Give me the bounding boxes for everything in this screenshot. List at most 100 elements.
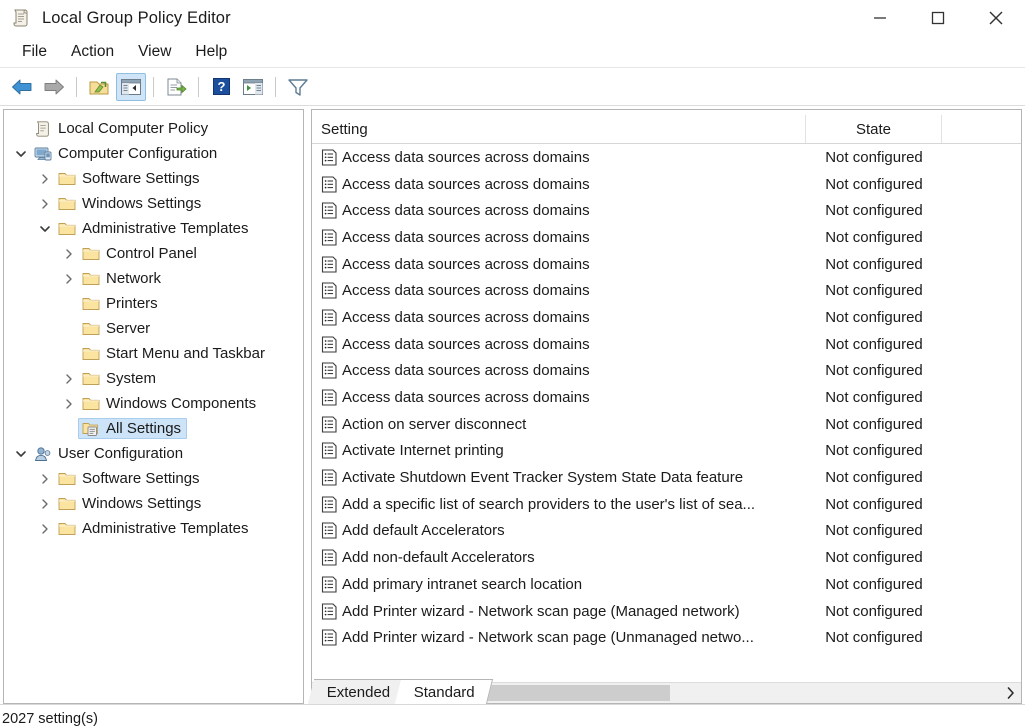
tree-item-windows-components[interactable]: Windows Components (4, 391, 303, 416)
chevron-right-icon[interactable] (60, 373, 78, 385)
tree-item-content[interactable]: Network (78, 268, 167, 289)
tree-item-content[interactable]: All Settings (78, 418, 188, 439)
table-row[interactable]: Action on server disconnect Not configure… (312, 411, 1021, 438)
tree-item-content[interactable]: System (78, 368, 162, 389)
policy-setting-icon (321, 469, 338, 486)
tree-item-system[interactable]: System (4, 366, 303, 391)
table-row[interactable]: Access data sources across domains Not co… (312, 171, 1021, 198)
tree-item-content[interactable]: Server (78, 318, 156, 339)
table-row[interactable]: Add primary intranet search location Not … (312, 571, 1021, 598)
chevron-right-icon[interactable] (60, 248, 78, 260)
chevron-down-icon[interactable] (36, 224, 54, 234)
tree-item-printers[interactable]: Printers (4, 291, 303, 316)
tree-item-windows-settings[interactable]: Windows Settings (4, 191, 303, 216)
tree-item-content[interactable]: Software Settings (54, 168, 206, 189)
tree-item-content[interactable]: Local Computer Policy (30, 118, 214, 140)
back-button[interactable] (7, 73, 37, 101)
tree-item-windows-settings[interactable]: Windows Settings (4, 491, 303, 516)
setting-state-cell: Not configured (825, 175, 923, 193)
tree-item-content[interactable]: Control Panel (78, 243, 203, 264)
console-tree-pane[interactable]: Local Computer Policy Computer Configurat… (3, 109, 304, 704)
setting-name-cell: Access data sources across domains (342, 228, 590, 246)
filter-button[interactable] (283, 73, 313, 101)
tree-item-content[interactable]: User Configuration (30, 443, 189, 464)
table-row[interactable]: Access data sources across domains Not co… (312, 224, 1021, 251)
help-button[interactable]: ? (206, 73, 236, 101)
menu-item-file[interactable]: File (10, 41, 59, 63)
tree-item-content[interactable]: Windows Components (78, 393, 262, 414)
table-row[interactable]: Activate Internet printing Not configured (312, 438, 1021, 465)
tree-item-administrative-templates[interactable]: Administrative Templates (4, 516, 303, 541)
table-row[interactable]: Access data sources across domains Not co… (312, 144, 1021, 171)
menu-item-help[interactable]: Help (183, 41, 239, 63)
tree-item-content[interactable]: Windows Settings (54, 493, 207, 514)
table-row[interactable]: Add non-default Accelerators Not configur… (312, 544, 1021, 571)
tree-item-local-computer-policy[interactable]: Local Computer Policy (4, 116, 303, 141)
chevron-right-icon[interactable] (60, 273, 78, 285)
tree-item-software-settings[interactable]: Software Settings (4, 466, 303, 491)
show-hide-console-tree-button[interactable] (116, 72, 146, 101)
table-row[interactable]: Access data sources across domains Not co… (312, 277, 1021, 304)
table-row[interactable]: Access data sources across domains Not co… (312, 331, 1021, 358)
table-row[interactable]: Add Printer wizard - Network scan page (… (312, 598, 1021, 625)
table-row[interactable]: Access data sources across domains Not co… (312, 358, 1021, 385)
chevron-right-icon[interactable] (36, 498, 54, 510)
tree-item-content[interactable]: Software Settings (54, 468, 206, 489)
tab-extended[interactable]: Extended (307, 679, 409, 704)
tree-item-content[interactable]: Start Menu and Taskbar (78, 343, 271, 364)
tree-item-server[interactable]: Server (4, 316, 303, 341)
chevron-right-icon[interactable] (36, 173, 54, 185)
setting-state-cell: Not configured (825, 469, 923, 487)
folder-icon (81, 246, 100, 261)
forward-button[interactable] (39, 73, 69, 101)
tree-item-content[interactable]: Administrative Templates (54, 218, 254, 239)
up-one-level-button[interactable] (84, 73, 114, 101)
pane-splitter[interactable] (304, 109, 311, 704)
setting-state-cell: Not configured (825, 629, 923, 647)
minimize-button[interactable] (851, 0, 909, 36)
maximize-button[interactable] (909, 0, 967, 36)
tree-item-administrative-templates[interactable]: Administrative Templates (4, 216, 303, 241)
tree-item-content[interactable]: Computer Configuration (30, 143, 223, 164)
tree-item-user-configuration[interactable]: User Configuration (4, 441, 303, 466)
export-list-button[interactable] (161, 73, 191, 101)
table-row[interactable]: Add default Accelerators Not configured (312, 518, 1021, 545)
chevron-down-icon[interactable] (12, 149, 30, 159)
tree-item-network[interactable]: Network (4, 266, 303, 291)
table-row[interactable]: Access data sources across domains Not co… (312, 384, 1021, 411)
tree-item-label: Windows Components (106, 395, 257, 412)
tree-item-start-menu-and-taskbar[interactable]: Start Menu and Taskbar (4, 341, 303, 366)
column-header-setting[interactable]: Setting (312, 115, 806, 143)
tree-item-content[interactable]: Printers (78, 293, 164, 314)
tree-item-control-panel[interactable]: Control Panel (4, 241, 303, 266)
chevron-right-icon[interactable] (60, 398, 78, 410)
chevron-down-icon[interactable] (12, 449, 30, 459)
tree-item-label: Software Settings (82, 170, 200, 187)
table-row[interactable]: Access data sources across domains Not co… (312, 251, 1021, 278)
folder-icon (57, 496, 76, 511)
chevron-right-icon[interactable] (36, 523, 54, 535)
toolbar-separator (76, 76, 77, 97)
chevron-right-icon[interactable] (36, 198, 54, 210)
table-row[interactable]: Add a specific list of search providers … (312, 491, 1021, 518)
tab-standard[interactable]: Standard (395, 679, 494, 704)
table-row[interactable]: Add Printer wizard - Network scan page (… (312, 624, 1021, 651)
tree-item-software-settings[interactable]: Software Settings (4, 166, 303, 191)
column-header-state[interactable]: State (806, 115, 942, 143)
scroll-right-arrow-icon[interactable] (1000, 682, 1021, 703)
chevron-right-icon[interactable] (36, 473, 54, 485)
setting-name-cell: Add a specific list of search providers … (342, 495, 756, 513)
close-button[interactable] (967, 0, 1025, 36)
table-row[interactable]: Access data sources across domains Not co… (312, 304, 1021, 331)
menu-item-action[interactable]: Action (59, 41, 126, 63)
settings-list-pane[interactable]: ^ Setting State Access data sources acro… (311, 109, 1022, 704)
tree-item-content[interactable]: Windows Settings (54, 193, 207, 214)
table-row[interactable]: Activate Shutdown Event Tracker System S… (312, 464, 1021, 491)
menu-item-view[interactable]: View (126, 41, 183, 63)
column-header-filler (942, 115, 1021, 143)
show-hide-action-pane-button[interactable] (238, 73, 268, 101)
tree-item-all-settings[interactable]: All Settings (4, 416, 303, 441)
tree-item-computer-configuration[interactable]: Computer Configuration (4, 141, 303, 166)
table-row[interactable]: Access data sources across domains Not co… (312, 197, 1021, 224)
tree-item-content[interactable]: Administrative Templates (54, 518, 254, 539)
